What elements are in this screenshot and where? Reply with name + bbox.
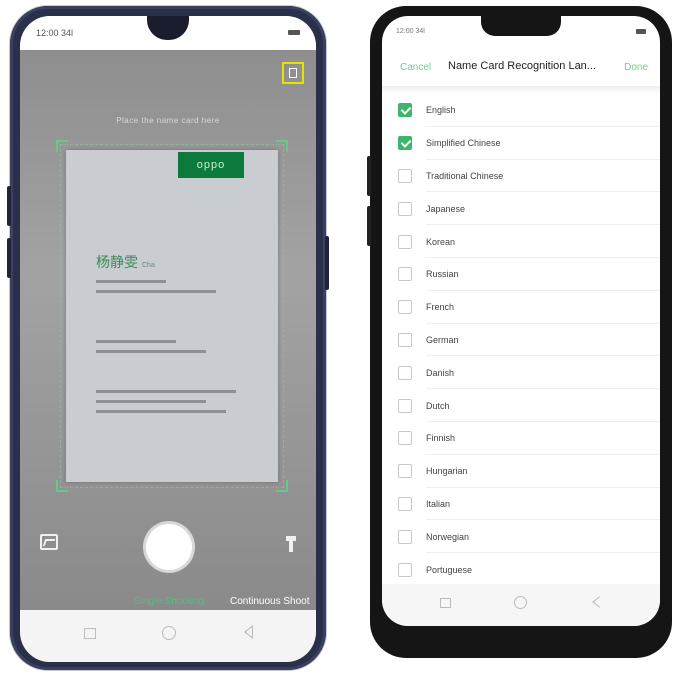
language-label: Korean [426,236,456,247]
mode-single-shooting[interactable]: Single Shooting [134,596,204,607]
done-button[interactable]: Done [624,62,648,73]
flashlight-icon[interactable] [286,536,296,552]
language-row[interactable]: Italian [382,488,660,521]
cancel-button[interactable]: Cancel [400,62,431,73]
language-label: Finnish [426,433,456,444]
language-label: Portuguese [426,564,473,575]
status-time: 12:00 34l [396,28,425,35]
volume-up-button [367,156,371,196]
language-label: Dutch [426,400,450,411]
navigation-bar [382,584,660,626]
gallery-icon[interactable] [40,534,58,550]
phone-right-frame: 12:00 34l Cancel Name Card Recognition L… [367,6,672,658]
language-checkbox[interactable] [398,398,412,413]
language-label: Danish [426,367,455,378]
language-row[interactable]: Hungarian [382,455,660,488]
language-checkbox[interactable] [398,332,412,347]
document-icon [289,68,297,78]
language-label: Japanese [426,203,466,214]
language-list: English Simplified Chinese Traditional Chi… [382,94,660,586]
language-row[interactable]: German [382,324,660,357]
language-label: Simplified Chinese [426,138,501,149]
language-row[interactable]: Traditional Chinese [382,160,660,193]
camera-viewfinder: Place the name card here oppo 杨静雯 Cha Si… [20,50,316,610]
language-checkbox[interactable] [398,496,412,511]
scan-frame [56,140,288,492]
language-row[interactable]: English [382,94,660,127]
language-checkbox[interactable] [398,103,412,118]
language-checkbox[interactable] [398,300,412,315]
recents-icon[interactable] [84,628,96,639]
language-checkbox[interactable] [398,562,412,577]
language-row[interactable]: French [382,291,660,324]
power-button [325,236,329,290]
language-row[interactable]: Simplified Chinese [382,127,660,160]
camera-notch [481,16,561,36]
language-label: English [426,105,456,116]
language-label: Hungarian [426,466,468,477]
language-label: Norwegian [426,531,470,542]
battery-icon [636,29,646,34]
back-icon[interactable] [592,596,600,608]
scan-corner [276,140,288,152]
volume-up-button [7,186,11,226]
language-checkbox[interactable] [398,529,412,544]
scan-frame-outline [60,144,284,488]
title-bar: Cancel Name Card Recognition Lan... Done [382,52,660,82]
language-row[interactable]: Norwegian [382,520,660,553]
language-label: Italian [426,498,451,509]
language-label: Traditional Chinese [426,170,504,181]
left-screen: 12:00 34l Place the name card here oppo … [20,16,316,662]
status-time: 12:00 34l [36,28,74,38]
capture-hint: Place the name card here [116,116,220,125]
language-row[interactable]: Dutch [382,389,660,422]
language-row[interactable]: Finnish [382,422,660,455]
mode-continuous-shooting[interactable]: Continuous Shoot [230,596,310,607]
language-checkbox[interactable] [398,267,412,282]
page-title: Name Card Recognition Lan... [448,60,596,72]
language-checkbox[interactable] [398,431,412,446]
language-checkbox[interactable] [398,201,412,216]
scan-corner [56,480,68,492]
right-screen: 12:00 34l Cancel Name Card Recognition L… [382,16,660,626]
home-icon[interactable] [514,596,527,609]
language-checkbox[interactable] [398,464,412,479]
scan-corner [276,480,288,492]
scan-corner [56,140,68,152]
home-icon[interactable] [162,626,176,640]
language-checkbox[interactable] [398,234,412,249]
language-row[interactable]: Danish [382,356,660,389]
shutter-button[interactable] [146,524,192,570]
volume-down-button [7,238,11,278]
recents-icon[interactable] [440,598,451,608]
language-row[interactable]: Portuguese [382,553,660,586]
language-row[interactable]: Japanese [382,192,660,225]
volume-down-button [367,206,371,246]
battery-icon [288,30,300,35]
language-label: French [426,302,455,313]
language-row[interactable]: Korean [382,225,660,258]
language-label: Russian [426,269,459,280]
phone-left-frame: 12:00 34l Place the name card here oppo … [7,6,329,670]
navigation-bar [20,610,316,662]
language-checkbox[interactable] [398,365,412,380]
language-checkbox[interactable] [398,168,412,183]
header-divider [382,86,660,94]
back-icon[interactable] [244,625,253,639]
document-mode-button[interactable] [282,62,304,84]
language-label: German [426,334,459,345]
language-checkbox[interactable] [398,136,412,151]
language-row[interactable]: Russian [382,258,660,291]
